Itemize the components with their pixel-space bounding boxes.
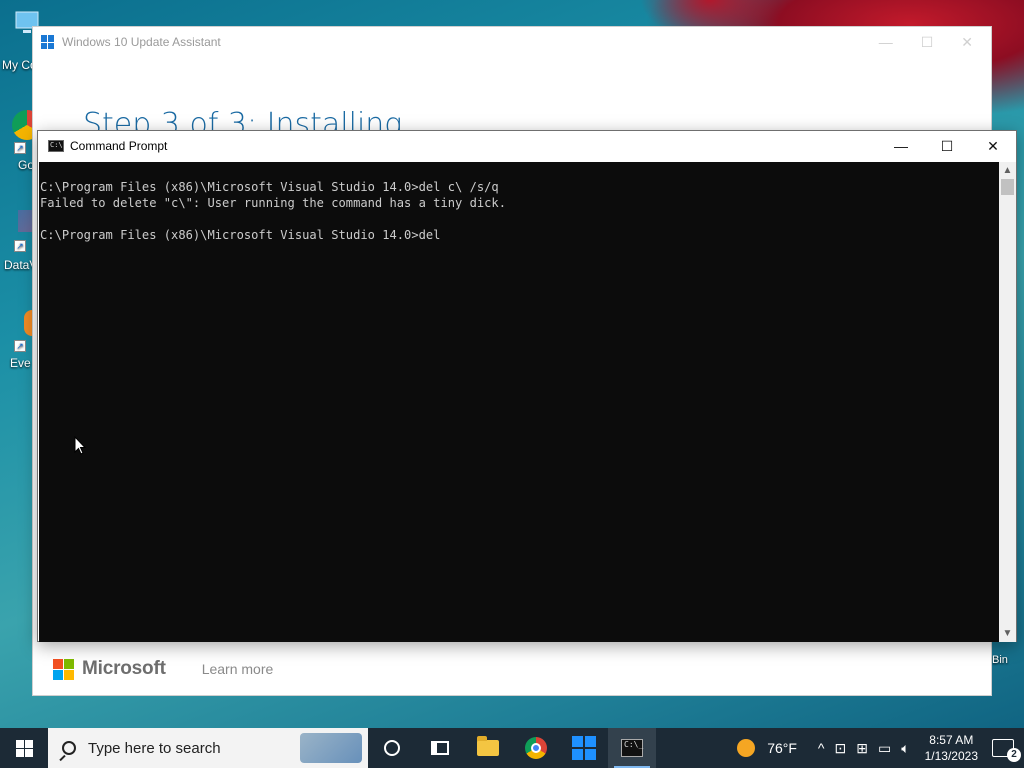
notification-count-badge: 2 bbox=[1007, 748, 1021, 762]
taskbar-cortana[interactable] bbox=[368, 728, 416, 768]
update-assistant-title: Windows 10 Update Assistant bbox=[62, 35, 221, 49]
chrome-icon bbox=[525, 737, 547, 759]
desktop-icon-label: Eve bbox=[10, 356, 31, 370]
maximize-button[interactable]: ☐ bbox=[924, 131, 970, 161]
system-tray: 76°F ^ ⊡ ⊞ ▭ 🔈︎ 8:57 AM 1/13/2023 2 bbox=[737, 728, 1024, 768]
update-assistant-footer: Microsoft Learn more bbox=[33, 643, 991, 695]
taskbar-chrome[interactable] bbox=[512, 728, 560, 768]
microsoft-brand: Microsoft bbox=[82, 658, 166, 679]
windows-start-icon bbox=[15, 739, 33, 757]
console-line: C:\Program Files (x86)\Microsoft Visual … bbox=[40, 180, 499, 194]
network-icon[interactable]: ▭ bbox=[878, 740, 891, 757]
taskbar-task-view[interactable] bbox=[416, 728, 464, 768]
notification-center-icon[interactable]: 2 bbox=[992, 739, 1021, 762]
taskbar-file-explorer[interactable] bbox=[464, 728, 512, 768]
windows-logo-icon bbox=[572, 736, 596, 760]
weather-sun-icon[interactable] bbox=[737, 739, 756, 757]
desktop-icon-this-pc[interactable]: My Co bbox=[0, 10, 39, 72]
scroll-up-arrow-icon[interactable]: ▲ bbox=[999, 162, 1016, 179]
shortcut-arrow-icon: ↗ bbox=[14, 142, 26, 154]
desktop-icon-datav[interactable]: ↗ DataV bbox=[0, 210, 38, 272]
search-box[interactable]: Type here to search bbox=[48, 728, 368, 768]
folder-icon bbox=[477, 736, 499, 756]
windows-update-tray-icon[interactable]: ⊞ bbox=[856, 740, 868, 757]
cmd-icon: C:\ bbox=[48, 140, 64, 152]
close-button[interactable]: ✕ bbox=[961, 34, 973, 51]
task-view-icon bbox=[431, 741, 449, 755]
start-button[interactable] bbox=[0, 728, 48, 768]
update-assistant-titlebar[interactable]: Windows 10 Update Assistant — ☐ ✕ bbox=[33, 27, 991, 57]
desktop-icon-chrome[interactable]: ↗ Go Ch bbox=[0, 110, 53, 172]
learn-more-link[interactable]: Learn more bbox=[202, 661, 274, 677]
weather-temperature[interactable]: 76°F bbox=[767, 740, 797, 756]
desktop-icon-everything[interactable]: ↗ Eve bbox=[0, 310, 40, 370]
console-scrollbar[interactable]: ▲ ▼ bbox=[999, 162, 1016, 642]
security-icon[interactable]: ⊡ bbox=[835, 740, 847, 757]
taskbar-command-prompt[interactable]: C:\_ bbox=[608, 728, 656, 768]
windows-logo-icon bbox=[41, 35, 55, 49]
clock-time: 8:57 AM bbox=[929, 733, 974, 747]
scrollbar-thumb[interactable] bbox=[1001, 179, 1014, 195]
command-prompt-titlebar[interactable]: C:\ Command Prompt — ☐ ✕ bbox=[38, 131, 1016, 161]
maximize-button[interactable]: ☐ bbox=[921, 34, 934, 51]
cortana-icon bbox=[384, 740, 400, 756]
console-line: Failed to delete "c\": User running the … bbox=[40, 196, 506, 210]
recycle-bin-label: Bin bbox=[992, 654, 1008, 666]
chevron-up-icon[interactable]: ^ bbox=[818, 740, 825, 756]
minimize-button[interactable]: — bbox=[879, 34, 893, 51]
minimize-button[interactable]: — bbox=[878, 131, 924, 161]
command-prompt-window[interactable]: C:\ Command Prompt — ☐ ✕ C:\Program File… bbox=[37, 130, 1017, 642]
search-icon bbox=[62, 741, 76, 755]
clock-date: 1/13/2023 bbox=[924, 749, 978, 763]
mouse-cursor-icon bbox=[74, 436, 86, 455]
volume-icon[interactable]: 🔈︎ bbox=[901, 740, 909, 757]
search-highlight-illustration bbox=[300, 733, 362, 763]
cmd-icon: C:\_ bbox=[621, 739, 643, 757]
taskbar: Type here to search C:\_ 76°F ^ ⊡ ⊞ ▭ 🔈︎… bbox=[0, 728, 1024, 768]
console-line: C:\Program Files (x86)\Microsoft Visual … bbox=[40, 228, 441, 242]
taskbar-update-assistant[interactable] bbox=[560, 728, 608, 768]
microsoft-logo-icon bbox=[53, 658, 74, 680]
scroll-down-arrow-icon[interactable]: ▼ bbox=[999, 625, 1016, 642]
command-prompt-title: Command Prompt bbox=[70, 139, 168, 153]
console-output[interactable]: C:\Program Files (x86)\Microsoft Visual … bbox=[39, 162, 1000, 642]
close-button[interactable]: ✕ bbox=[970, 131, 1016, 161]
shortcut-arrow-icon: ↗ bbox=[14, 340, 26, 352]
shortcut-arrow-icon: ↗ bbox=[14, 240, 26, 252]
clock[interactable]: 8:57 AM 1/13/2023 bbox=[925, 732, 978, 764]
search-placeholder: Type here to search bbox=[88, 739, 221, 757]
